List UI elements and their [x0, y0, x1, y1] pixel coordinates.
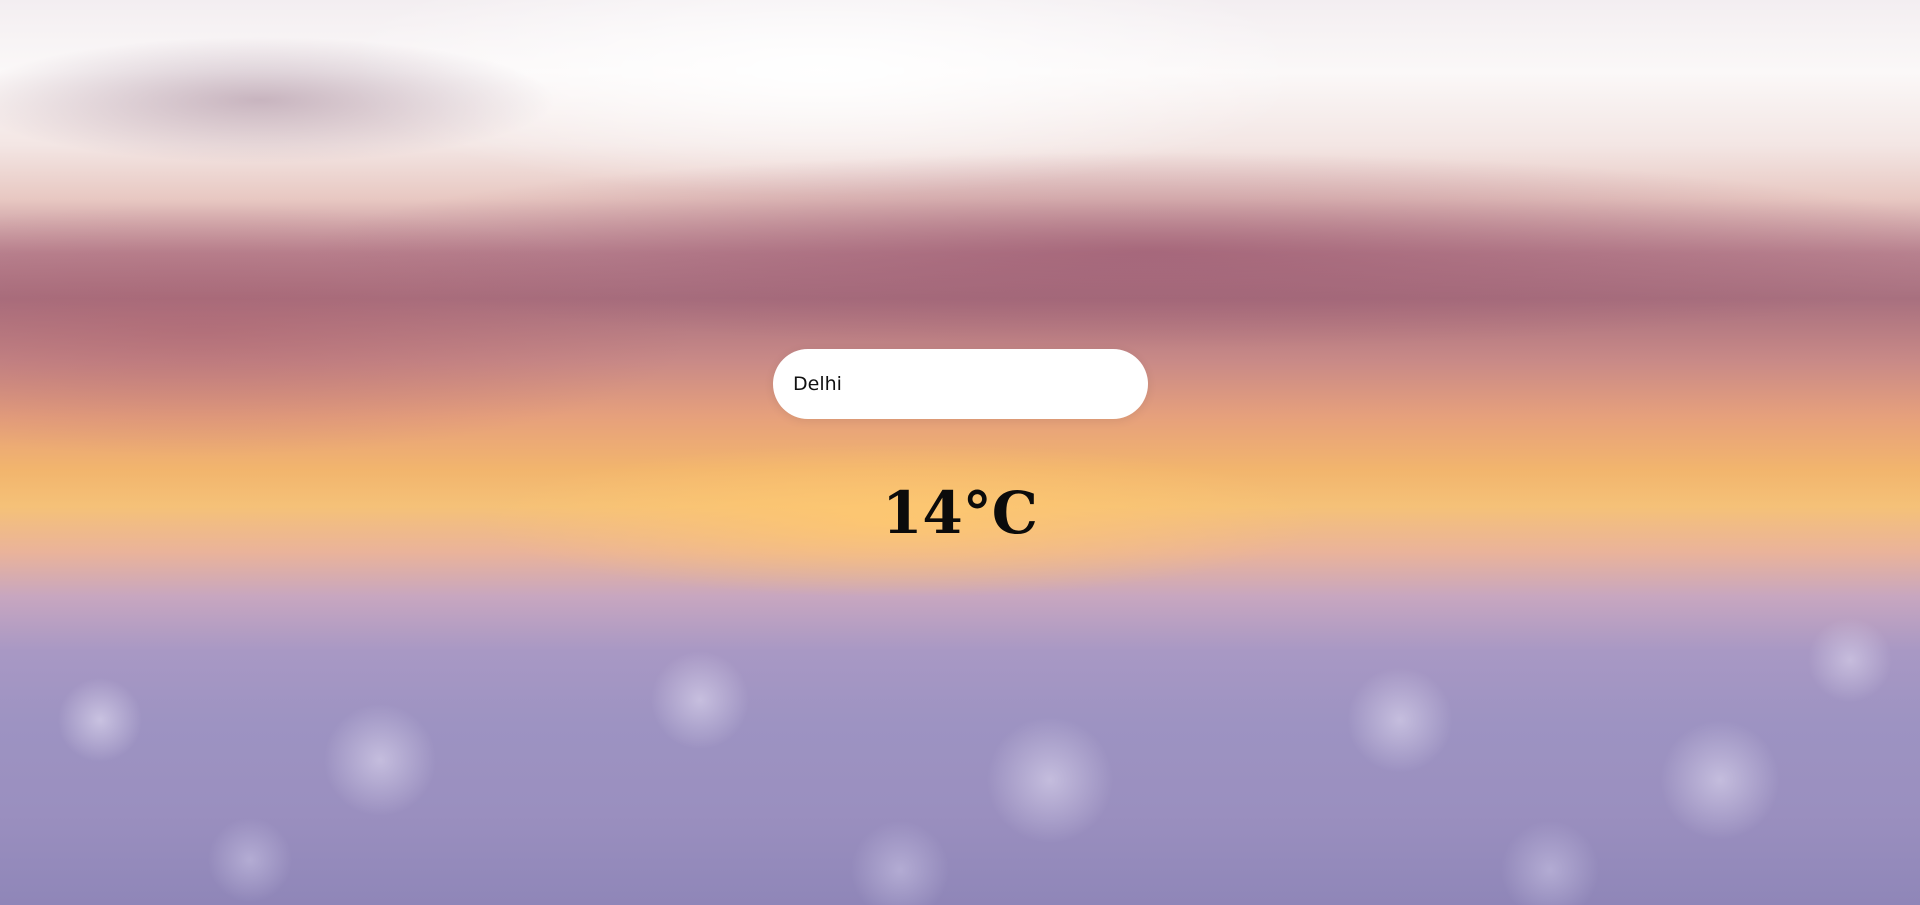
temperature-display: 14°C — [882, 479, 1038, 547]
sunset-glow — [0, 0, 1920, 905]
cloud-band — [0, 0, 1920, 905]
cloud-band-left — [0, 0, 1920, 905]
weather-page: 14°C — [0, 0, 1920, 905]
cloud-sea — [0, 0, 1920, 905]
city-search-input[interactable] — [793, 373, 1128, 395]
city-search-box[interactable] — [773, 349, 1148, 419]
sky-background — [0, 0, 1920, 905]
cloud-layer — [0, 0, 1920, 905]
